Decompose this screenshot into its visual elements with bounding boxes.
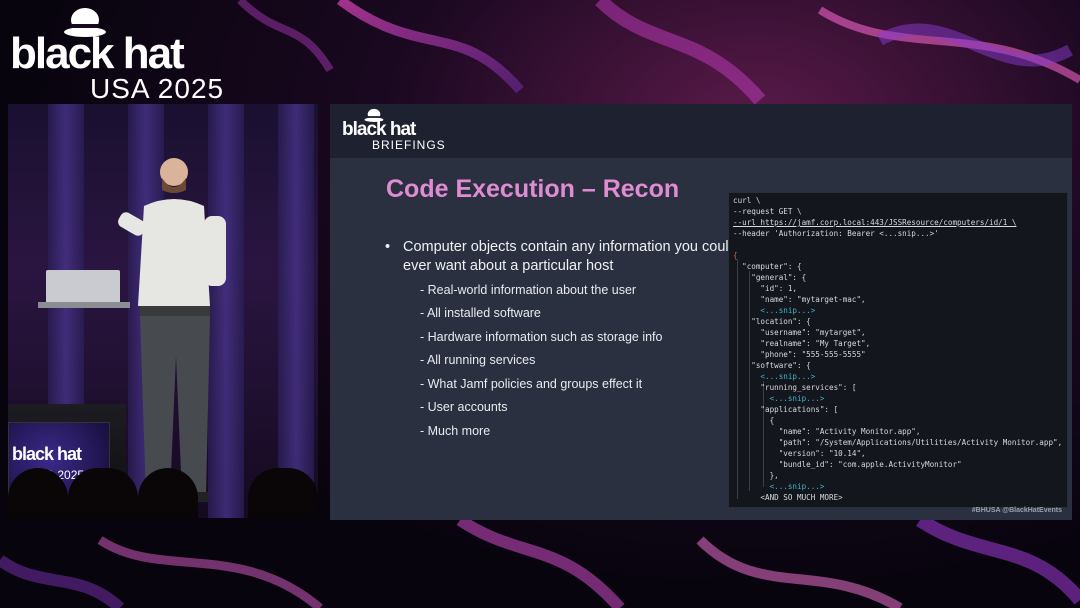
code-block: curl \ --request GET \ --url https://jam…: [728, 192, 1068, 508]
code-line: {: [733, 416, 775, 425]
code-line: "username": "mytarget",: [733, 328, 866, 337]
code-line: "running_services": [: [733, 383, 857, 392]
code-line: <AND SO MUCH MORE>: [733, 493, 843, 502]
list-item: - All installed software: [420, 306, 541, 320]
list-item: - All running services: [420, 353, 536, 367]
code-line: "general": {: [733, 273, 807, 282]
slide-header: black hat BRIEFINGS: [330, 104, 1072, 158]
main-bullet-text: Computer objects contain any information…: [403, 239, 737, 274]
code-line: --url https://jamf.corp.local:443/JSSRes…: [733, 218, 1017, 227]
list-item: - Hardware information such as storage i…: [420, 330, 663, 344]
slide-briefings: BRIEFINGS: [372, 138, 446, 152]
code-line: {: [733, 251, 738, 260]
code-line: "version": "10.14",: [733, 449, 866, 458]
slide-footer: #BHUSA @BlackHatEvents: [971, 507, 1062, 514]
code-line: curl \: [733, 196, 761, 205]
podium-brand: black hat: [12, 444, 82, 464]
list-item: - User accounts: [420, 400, 508, 414]
code-line: --header 'Authorization: Bearer <...snip…: [733, 229, 939, 238]
code-line: --request GET \: [733, 207, 802, 216]
code-line: "path": "/System/Applications/Utilities/…: [733, 438, 1063, 447]
code-line: "applications": [: [733, 405, 839, 414]
code-line: "realname": "My Target",: [733, 339, 871, 348]
code-line: "location": {: [733, 317, 811, 326]
code-line: "software": {: [733, 361, 811, 370]
speaker-video: black hat USA 2025: [8, 104, 318, 518]
code-line: },: [733, 471, 779, 480]
list-item: - What Jamf policies and groups effect i…: [420, 377, 643, 391]
list-item: - Real-world information about the user: [420, 283, 637, 297]
code-line: "name": "Activity Monitor.app",: [733, 427, 921, 436]
event-brand: black hat: [10, 29, 185, 78]
code-line: "computer": {: [733, 262, 802, 271]
code-line: <...snip...>: [733, 482, 825, 491]
code-line: <...snip...>: [733, 394, 825, 403]
presentation-slide: black hat BRIEFINGS Code Execution – Rec…: [330, 104, 1072, 520]
code-line: <...snip...>: [733, 372, 816, 381]
event-edition: USA 2025: [90, 73, 225, 104]
code-line: "phone": "555-555-5555": [733, 350, 866, 359]
slide-title: Code Execution – Recon: [386, 175, 680, 203]
code-line: <...snip...>: [733, 306, 816, 315]
code-line: "name": "mytarget-mac",: [733, 295, 866, 304]
bullet-dot-icon: •: [385, 239, 391, 255]
code-line: "id": 1,: [733, 284, 798, 293]
list-item: - Much more: [420, 424, 491, 438]
event-logo: black hat USA 2025: [8, 4, 238, 104]
slide-brand: black hat: [342, 119, 416, 140]
code-line: "bundle_id": "com.apple.ActivityMonitor": [733, 460, 962, 469]
